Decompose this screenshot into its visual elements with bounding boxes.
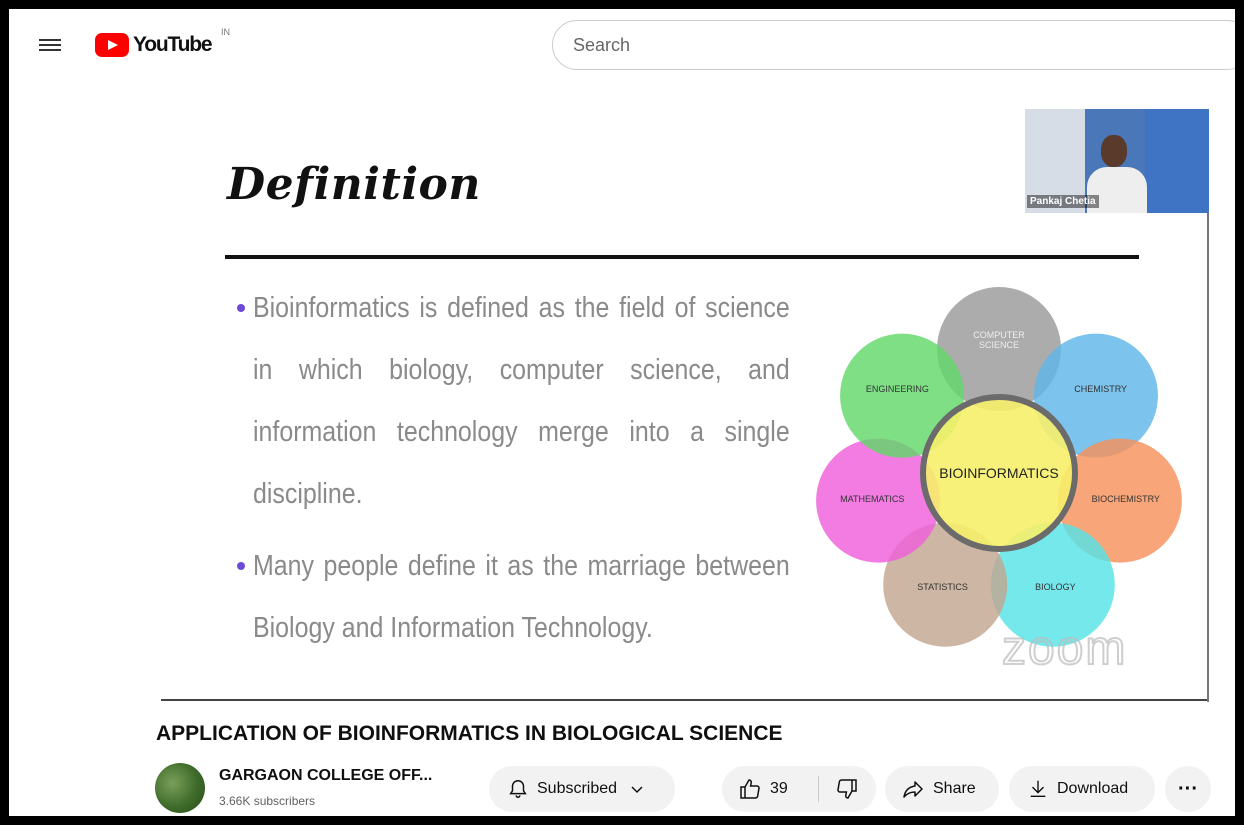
thumbs-down-icon	[835, 777, 859, 801]
diagram-label: ENGINEERING	[866, 384, 929, 394]
like-dislike-bar: 39	[722, 766, 876, 812]
like-button[interactable]: 39	[722, 766, 818, 812]
video-title: APPLICATION OF BIOINFORMATICS IN BIOLOGI…	[156, 722, 783, 745]
subscriber-count: 3.66K subscribers	[219, 794, 316, 808]
diagram-label: BIOLOGY	[1035, 582, 1076, 592]
share-icon	[901, 777, 925, 801]
bullet-text: Many people define it as the marriage be…	[253, 550, 790, 644]
subscribed-button[interactable]: Subscribed	[489, 766, 675, 812]
dislike-button[interactable]	[819, 766, 875, 812]
like-count: 39	[770, 780, 788, 797]
presenter-head	[1101, 135, 1127, 167]
logo-text: YouTube	[133, 33, 213, 56]
slide-border-bottom	[161, 699, 1209, 701]
presenter-name: Pankaj Chetia	[1027, 195, 1099, 208]
bullet-item: Many people define it as the marriage be…	[233, 535, 791, 659]
webcam-thumbnail: Pankaj Chetia	[1025, 109, 1209, 213]
share-label: Share	[933, 780, 976, 797]
subscribed-label: Subscribed	[537, 780, 618, 797]
download-button[interactable]: Download	[1009, 766, 1155, 812]
bullet-text: Bioinformatics is defined as the field o…	[253, 292, 790, 510]
diagram-label: BIOCHEMISTRY	[1092, 494, 1160, 504]
download-icon	[1027, 778, 1049, 800]
bioinformatics-diagram: COMPUTER SCIENCE CHEMISTRY BIOCHEMISTRY BIOL…	[816, 287, 1182, 647]
chevron-down-icon	[629, 781, 645, 797]
thumbs-up-icon	[738, 777, 762, 801]
diagram-label: COMPUTER SCIENCE	[973, 330, 1025, 350]
youtube-logo[interactable]: YouTube IN	[95, 27, 230, 57]
slide-title: Definition	[227, 159, 481, 210]
channel-name[interactable]: GARGAON COLLEGE OFF...	[219, 767, 432, 785]
diagram-label: STATISTICS	[917, 582, 968, 592]
bullet-item: Bioinformatics is defined as the field o…	[233, 277, 791, 525]
bell-icon	[507, 778, 529, 800]
diagram-label: CHEMISTRY	[1074, 384, 1127, 394]
slide-bullets: Bioinformatics is defined as the field o…	[233, 277, 791, 659]
youtube-window: YouTube IN Search Definition Bioinformat…	[9, 9, 1235, 816]
share-button[interactable]: Share	[885, 766, 999, 812]
zoom-watermark: zoom	[1001, 621, 1128, 676]
download-label: Download	[1057, 780, 1129, 797]
channel-avatar[interactable]	[155, 763, 205, 813]
diagram-label: MATHEMATICS	[840, 494, 904, 504]
youtube-play-icon	[95, 33, 129, 57]
country-code: IN	[221, 27, 230, 37]
title-underline	[225, 255, 1139, 259]
menu-icon[interactable]	[39, 36, 61, 56]
more-actions-button[interactable]: ···	[1165, 766, 1211, 812]
diagram-center-label: BIOINFORMATICS	[939, 465, 1059, 481]
search-input[interactable]: Search	[552, 20, 1235, 70]
